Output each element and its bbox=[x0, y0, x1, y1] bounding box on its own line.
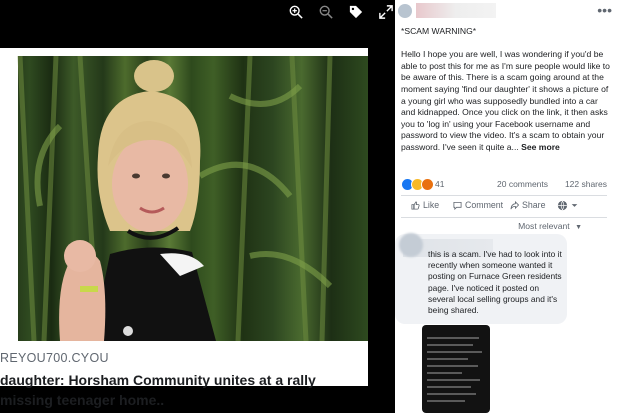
like-button[interactable]: Like bbox=[411, 200, 439, 210]
fullscreen-icon[interactable] bbox=[378, 4, 394, 20]
zoom-in-icon[interactable] bbox=[288, 4, 304, 20]
share-button[interactable]: Share bbox=[510, 200, 545, 210]
actions-divider bbox=[401, 217, 607, 218]
post-stats: 41 20 comments 122 shares bbox=[401, 178, 613, 192]
photo-viewer: REYOU700.CYOU daughter: Horsham Communit… bbox=[0, 0, 395, 413]
screenshot-text-lines bbox=[427, 337, 485, 407]
comment-label: Comment bbox=[465, 200, 504, 210]
globe-icon bbox=[557, 200, 568, 211]
reaction-count[interactable]: 41 bbox=[435, 179, 444, 189]
link-domain[interactable]: REYOU700.CYOU bbox=[0, 351, 109, 365]
chevron-down-icon bbox=[571, 204, 578, 207]
post-text: *SCAM WARNING* Hello I hope you are well… bbox=[401, 26, 610, 152]
comment-icon bbox=[453, 201, 462, 210]
reaction-icons[interactable] bbox=[401, 178, 434, 191]
stats-divider bbox=[401, 195, 607, 196]
comments-count[interactable]: 20 comments bbox=[497, 179, 548, 189]
share-label: Share bbox=[522, 200, 546, 210]
author-avatar[interactable] bbox=[398, 4, 412, 18]
see-more-link[interactable]: See more bbox=[521, 142, 560, 152]
link-preview-card[interactable]: REYOU700.CYOU daughter: Horsham Communit… bbox=[0, 48, 368, 408]
post-body: *SCAM WARNING* Hello I hope you are well… bbox=[401, 26, 613, 154]
headline-line-1: daughter: Horsham Community unites at a … bbox=[0, 372, 316, 388]
comment-sort-dropdown[interactable]: Most relevant ▼ bbox=[518, 221, 582, 231]
tag-icon[interactable] bbox=[348, 4, 364, 20]
girl-photo bbox=[17, 56, 333, 341]
wow-reaction-icon bbox=[421, 178, 434, 191]
attached-screenshot-image[interactable] bbox=[422, 325, 490, 413]
article-image[interactable] bbox=[0, 56, 368, 341]
caret-down-icon: ▼ bbox=[575, 224, 582, 231]
post-author-bar: ••• bbox=[395, 0, 620, 24]
shares-count[interactable]: 122 shares bbox=[565, 179, 607, 189]
more-options-icon[interactable]: ••• bbox=[597, 2, 612, 18]
post-side-panel: ••• *SCAM WARNING* Hello I hope you are … bbox=[395, 0, 620, 413]
redacted-author-name bbox=[416, 3, 496, 18]
viewer-toolbar bbox=[288, 4, 394, 20]
sort-label: Most relevant bbox=[518, 221, 570, 231]
zoom-out-icon[interactable] bbox=[318, 4, 334, 20]
headline-line-2: missing teenager home.. bbox=[0, 392, 165, 408]
like-label: Like bbox=[423, 200, 440, 210]
share-icon bbox=[510, 200, 519, 209]
post-actions: Like Comment Share bbox=[405, 200, 605, 214]
link-headline[interactable]: daughter: Horsham Community unites at a … bbox=[0, 370, 368, 410]
comment-text: this is a scam. I've had to look into it… bbox=[428, 249, 562, 316]
comment-button[interactable]: Comment bbox=[453, 200, 503, 210]
audience-selector[interactable] bbox=[557, 200, 578, 211]
commenter-avatar[interactable] bbox=[399, 233, 423, 257]
thumbs-up-icon bbox=[411, 200, 420, 210]
